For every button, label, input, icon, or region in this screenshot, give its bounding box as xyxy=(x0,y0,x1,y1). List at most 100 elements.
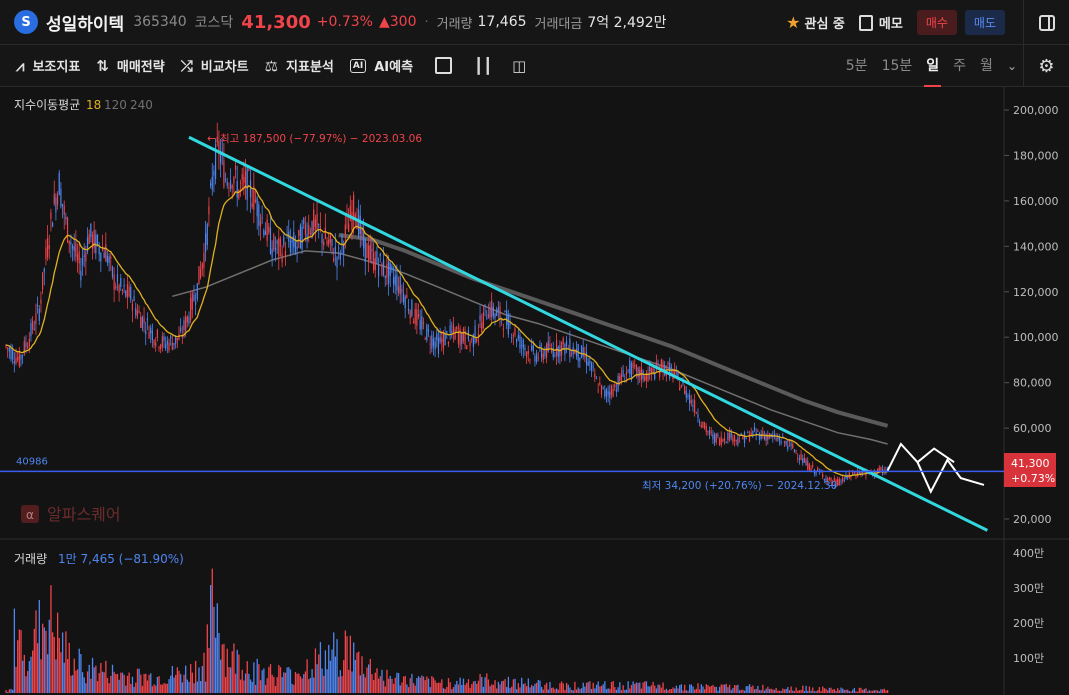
watchlist-button[interactable]: ★ 관심 중 xyxy=(786,13,845,32)
volume-bar xyxy=(602,684,604,693)
period-month[interactable]: 월 xyxy=(980,45,993,87)
period-15min[interactable]: 15분 xyxy=(882,45,913,87)
candle-body xyxy=(737,437,739,445)
candle-body xyxy=(459,328,461,346)
candle-body xyxy=(248,169,250,171)
candle-body xyxy=(17,357,19,360)
candle-body xyxy=(549,344,551,347)
volume-bar xyxy=(281,677,283,693)
analysis-button[interactable]: ⚖ 지표분석 xyxy=(265,56,334,76)
candle-body xyxy=(303,218,305,225)
candle-body xyxy=(170,336,172,339)
candlestick-icon[interactable]: ┃┃ xyxy=(474,57,492,75)
candle-body xyxy=(51,222,54,227)
volume-bar xyxy=(511,686,513,693)
prediction-path[interactable] xyxy=(886,442,985,494)
candle-body xyxy=(777,437,779,439)
volume-bar xyxy=(627,681,629,693)
price-tick-label: 100,000 xyxy=(1013,331,1059,344)
volume-bar xyxy=(85,683,87,693)
volume-bar xyxy=(788,690,791,693)
volume-bar xyxy=(123,674,125,693)
volume-bar xyxy=(353,642,355,693)
indicator-button[interactable]: ⩘ 보조지표 xyxy=(16,56,80,76)
ai-predict-button[interactable]: AI AI예측 xyxy=(349,56,413,75)
candle-body xyxy=(382,259,385,275)
candle-body xyxy=(502,328,504,330)
camera-icon[interactable]: ◫ xyxy=(512,57,526,75)
volume-bar xyxy=(527,678,529,693)
volume-bar xyxy=(236,649,238,693)
stock-name[interactable]: 성일하이텍 xyxy=(46,10,124,35)
chevron-down-icon[interactable]: ⌄ xyxy=(1007,59,1017,73)
volume-bar xyxy=(183,674,185,693)
volume-bar xyxy=(45,630,47,693)
volume-bar xyxy=(813,691,816,693)
volume-bar xyxy=(5,690,7,693)
volume-bar xyxy=(218,632,220,693)
volume-bar xyxy=(550,687,553,693)
volume-bar xyxy=(175,674,177,693)
square-draw-icon[interactable] xyxy=(435,57,453,74)
volume-bar xyxy=(288,667,290,693)
volume-bar xyxy=(521,677,523,693)
volume-legend-value: 1만 7,465 (−81.90%) xyxy=(58,552,184,566)
volume-bar xyxy=(65,631,67,693)
volume-bar xyxy=(845,689,847,693)
volume-bar xyxy=(111,664,114,693)
volume-bar xyxy=(481,676,483,693)
volume-bar xyxy=(687,690,689,693)
candle-body xyxy=(33,328,35,330)
panel-toggle-button[interactable] xyxy=(1023,0,1069,45)
candle-body xyxy=(723,437,726,441)
volume-bar xyxy=(116,673,119,693)
candle-body xyxy=(531,345,533,350)
sell-button[interactable]: 매도 xyxy=(964,10,1005,35)
buy-button[interactable]: 매수 xyxy=(916,10,957,35)
candle-body xyxy=(251,203,253,208)
volume-bar xyxy=(313,677,315,693)
volume-bar xyxy=(441,679,443,693)
volume-bar xyxy=(775,687,777,693)
memo-button[interactable]: 메모 xyxy=(858,13,903,32)
candle-body xyxy=(120,278,122,287)
volume-bar xyxy=(406,684,408,693)
strategy-button[interactable]: ⇅ 매매전략 xyxy=(96,56,164,76)
candle-body xyxy=(594,373,596,378)
candle-body xyxy=(447,342,450,345)
period-5min[interactable]: 5분 xyxy=(846,45,868,87)
volume-bar xyxy=(730,689,732,693)
period-week[interactable]: 주 xyxy=(953,45,966,87)
candle-body xyxy=(545,343,548,358)
volume-bar xyxy=(394,677,396,693)
volume-bar xyxy=(344,630,347,693)
price-chart[interactable]: 지수이동평균 18 120 240 40986 최고 187,500 (−77.… xyxy=(0,87,1069,695)
candle-body xyxy=(48,245,50,250)
candle-body xyxy=(351,212,353,231)
volume-bar xyxy=(180,674,182,693)
prediction-line[interactable] xyxy=(886,442,985,494)
candle-body xyxy=(537,357,539,359)
volume-bar xyxy=(725,683,727,693)
candle-body xyxy=(629,360,631,374)
compare-label: 비교차트 xyxy=(200,60,249,75)
volume-bar xyxy=(694,689,696,693)
settings-button[interactable]: ⚙ xyxy=(1023,45,1069,87)
volume-bar xyxy=(825,688,827,693)
candle-body xyxy=(767,436,769,440)
candle-body xyxy=(106,255,109,263)
candle-body xyxy=(404,296,406,309)
volume-bar xyxy=(334,656,337,693)
candle-body xyxy=(439,336,441,342)
volume-bar xyxy=(449,682,451,693)
candle-body xyxy=(597,390,599,392)
volume-bar xyxy=(371,674,373,693)
period-day[interactable]: 일 xyxy=(924,45,942,87)
candle-body xyxy=(542,353,544,360)
compare-button[interactable]: ⤮ 비교차트 xyxy=(181,56,249,76)
volume-bar xyxy=(268,666,270,693)
candle-body xyxy=(363,232,365,249)
volume-bar xyxy=(647,686,649,693)
candle-body xyxy=(103,252,105,258)
volume-bar xyxy=(161,684,164,693)
